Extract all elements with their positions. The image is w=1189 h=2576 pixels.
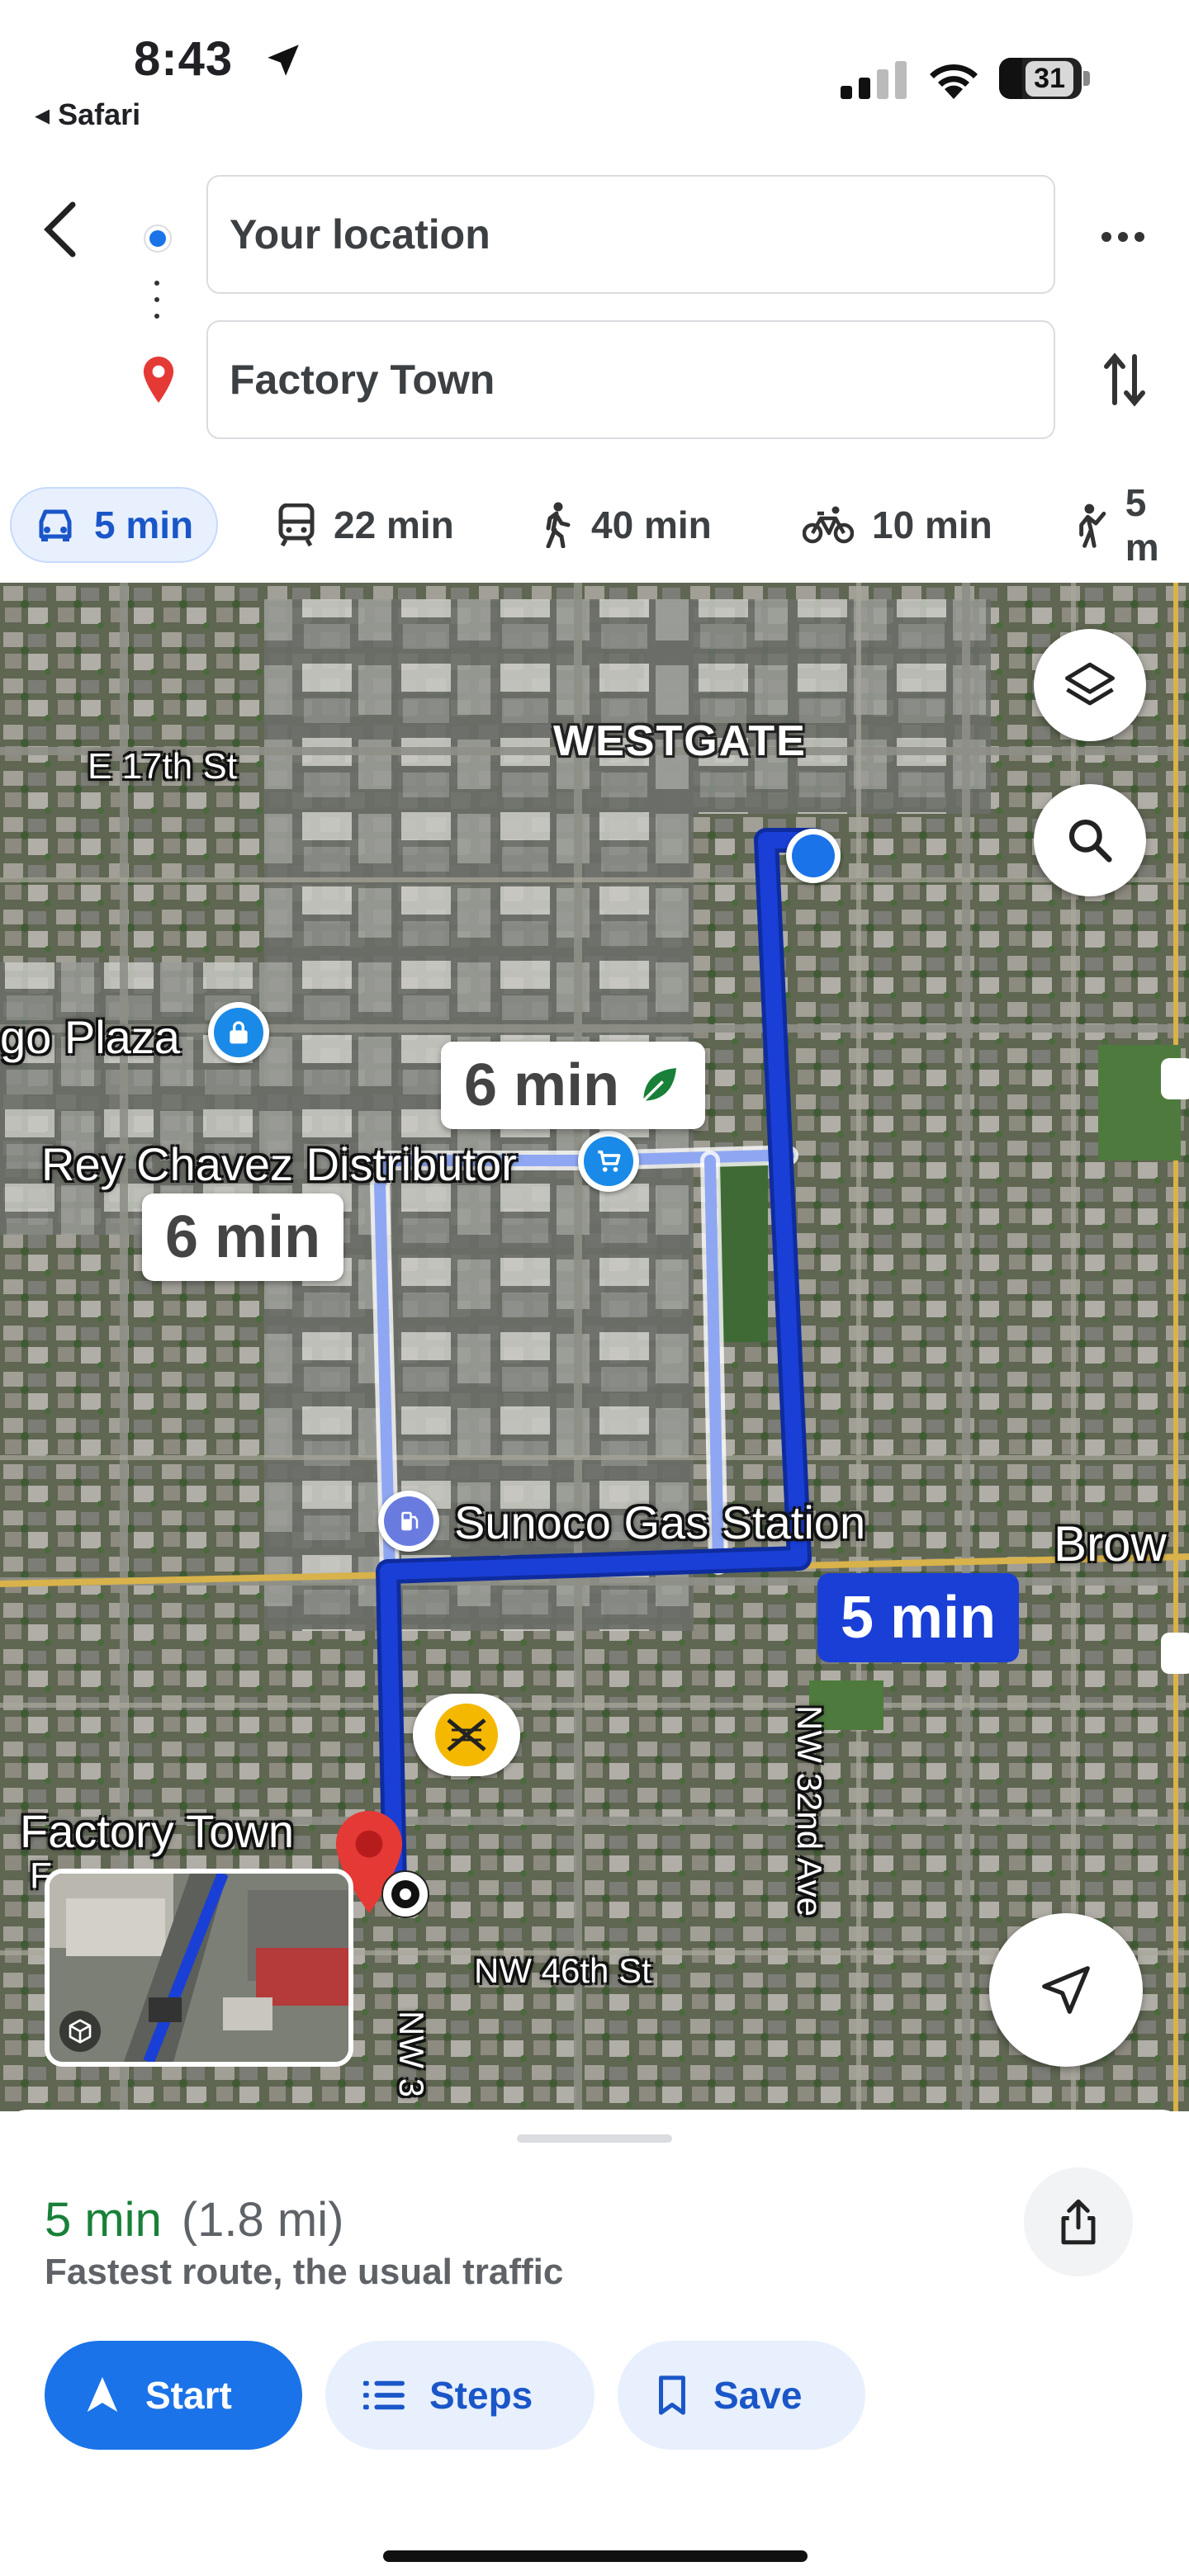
more-options-icon[interactable] <box>1098 225 1148 249</box>
mode-label: 5 min <box>94 503 194 546</box>
status-bar: 8:43 ◂ Safari 31 <box>0 0 1189 140</box>
mode-cycling[interactable]: 10 min <box>803 487 992 563</box>
partial-map-control[interactable] <box>1161 1633 1189 1674</box>
alt-route-callout-2[interactable]: 6 min <box>142 1193 344 1281</box>
store-poi-icon[interactable] <box>578 1131 639 1192</box>
save-label: Save <box>713 2374 803 2417</box>
navigation-arrow-icon <box>1042 1966 1090 2014</box>
home-indicator[interactable] <box>383 2550 808 2562</box>
navigation-arrow-icon <box>87 2377 118 2413</box>
railroad-icon <box>435 1704 498 1766</box>
origin-dot-icon <box>144 225 172 253</box>
car-icon <box>39 509 72 541</box>
route-eta: 5 min (1.8 mi) <box>45 2192 343 2248</box>
back-arrow-icon[interactable] <box>36 196 86 262</box>
callout-time: 6 min <box>464 1052 620 1118</box>
route-description: Fastest route, the usual traffic <box>45 2252 564 2292</box>
steps-label: Steps <box>429 2374 533 2417</box>
destination-input[interactable]: Factory Town <box>206 320 1055 439</box>
mode-label: 5 m <box>1125 481 1159 569</box>
gas-station-poi-icon[interactable] <box>378 1491 439 1552</box>
map-label-nw-32nd-ave: NW 32nd Ave <box>790 1705 829 1917</box>
partial-map-control[interactable] <box>1161 1058 1189 1099</box>
list-icon <box>363 2380 405 2410</box>
mode-walking[interactable]: 40 min <box>540 487 712 563</box>
street-view-thumbnail[interactable] <box>45 1869 353 2067</box>
layers-button[interactable] <box>1034 629 1146 741</box>
map-label-factory-town: Factory Town <box>20 1805 294 1857</box>
map-label-rey-chavez: Rey Chavez Distributor <box>41 1138 517 1190</box>
transit-icon <box>278 503 315 546</box>
railroad-crossing-marker <box>413 1694 520 1776</box>
map-search-button[interactable] <box>1034 784 1146 896</box>
mode-transit[interactable]: 22 min <box>277 487 454 563</box>
route-connector-dots <box>154 281 161 330</box>
3d-cube-icon <box>59 2011 101 2052</box>
mode-label: 40 min <box>591 503 712 546</box>
start-label: Start <box>145 2374 232 2417</box>
map-label-nw-3: NW 3 <box>392 2011 431 2097</box>
bike-icon <box>803 506 854 544</box>
back-to-safari[interactable]: ◂ Safari <box>35 97 140 132</box>
mode-rideshare[interactable]: 5 m <box>1070 481 1189 569</box>
map-label-nw-46th-st: NW 46th St <box>474 1951 651 1990</box>
route-bottom-sheet: 5 min (1.8 mi) Fastest route, the usual t… <box>0 2110 1189 2576</box>
origin-location-dot <box>786 829 841 883</box>
map-label-sunoco: Sunoco Gas Station <box>454 1496 866 1548</box>
location-arrow-icon <box>268 45 299 76</box>
travel-mode-bar: 5 min 22 min 40 min 10 min 5 m <box>0 479 1189 570</box>
wifi-icon <box>930 64 978 99</box>
swap-direction-icon[interactable] <box>1101 350 1148 409</box>
eco-leaf-icon <box>642 1068 677 1102</box>
rideshare-icon <box>1079 503 1106 548</box>
mode-label: 22 min <box>334 503 454 546</box>
map-label-plaza: go Plaza <box>0 1011 180 1063</box>
walk-icon <box>546 502 571 548</box>
shopping-poi-icon[interactable] <box>208 1002 269 1063</box>
bookmark-icon <box>659 2375 685 2415</box>
search-icon <box>1068 819 1112 863</box>
map-label-westgate: WESTGATE <box>553 717 807 765</box>
callout-time: 5 min <box>841 1585 997 1651</box>
route-duration: 5 min <box>45 2193 162 2247</box>
origin-input[interactable]: Your location <box>206 175 1055 294</box>
recenter-button[interactable] <box>989 1913 1143 2067</box>
main-route-callout[interactable]: 5 min <box>817 1573 1020 1662</box>
destination-pin-icon <box>143 357 174 403</box>
destination-target-dot <box>381 1870 429 1918</box>
mode-label: 10 min <box>872 503 992 546</box>
share-icon <box>1061 2199 1096 2245</box>
map-view[interactable]: WESTGATE E 17th St go Plaza Rey Chavez D… <box>0 583 1189 2111</box>
save-button[interactable]: Save <box>618 2341 865 2450</box>
battery-indicator: 31 <box>999 58 1082 99</box>
start-navigation-button[interactable]: Start <box>45 2341 302 2450</box>
route-distance: (1.8 mi) <box>181 2193 344 2247</box>
cellular-signal-icon <box>841 61 907 99</box>
map-label-brow: Brow <box>1054 1516 1167 1572</box>
share-button[interactable] <box>1024 2167 1133 2276</box>
sheet-grabber[interactable] <box>517 2134 672 2143</box>
mode-driving[interactable]: 5 min <box>10 487 219 563</box>
steps-button[interactable]: Steps <box>325 2341 594 2450</box>
map-label-e17th: E 17th St <box>88 746 238 787</box>
callout-time: 6 min <box>165 1204 321 1270</box>
alt-route-callout-1[interactable]: 6 min <box>441 1042 706 1129</box>
layers-icon <box>1065 662 1115 706</box>
clock: 8:43 <box>134 32 234 86</box>
